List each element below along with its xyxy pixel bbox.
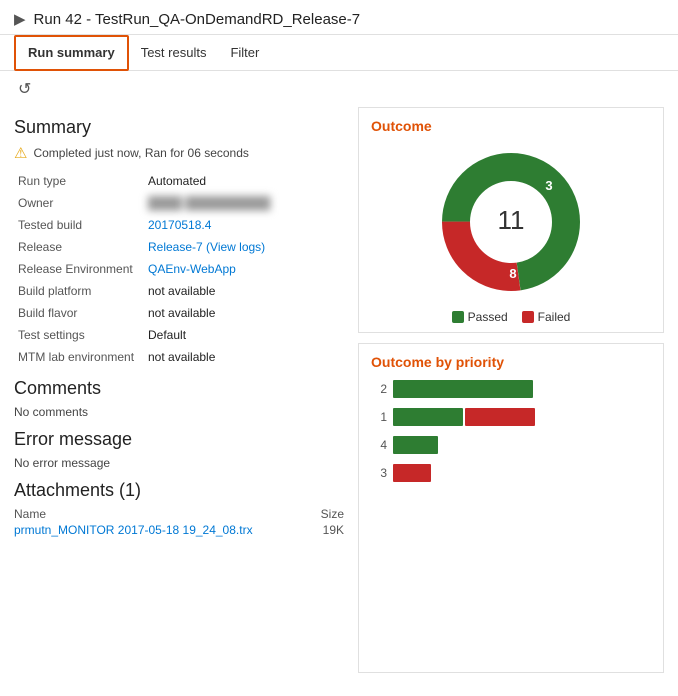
info-label-7: Test settings xyxy=(14,324,144,346)
attach-col-size: Size xyxy=(321,507,344,521)
donut-center-total: 11 xyxy=(498,205,525,235)
info-value-7: Default xyxy=(144,324,344,346)
left-panel: Summary ⚠ Completed just now, Ran for 06… xyxy=(14,107,344,673)
warning-row: ⚠ Completed just now, Ran for 06 seconds xyxy=(14,144,344,162)
failed-dot xyxy=(522,311,534,323)
attach-size-0: 19K xyxy=(323,523,344,537)
tab-run-summary[interactable]: Run summary xyxy=(14,35,129,71)
toolbar: ↺ xyxy=(0,71,678,107)
comments-text: No comments xyxy=(14,405,344,419)
priority-bar-label-1: 1 xyxy=(375,410,387,424)
main-content: Summary ⚠ Completed just now, Ran for 06… xyxy=(0,107,678,683)
priority-bar-label-0: 2 xyxy=(375,382,387,396)
right-panel: Outcome 3 8 11 xyxy=(358,107,664,673)
comments-section-title: Comments xyxy=(14,378,344,399)
legend-failed-label: Failed xyxy=(538,310,571,324)
info-value-1: ████ ██████████ xyxy=(144,192,344,214)
priority-bar-label-3: 3 xyxy=(375,466,387,480)
info-value-2[interactable]: 20170518.4 xyxy=(144,214,344,236)
info-value-6: not available xyxy=(144,302,344,324)
bar-passed-0 xyxy=(393,380,533,398)
tab-test-results[interactable]: Test results xyxy=(129,35,219,71)
warning-text: Completed just now, Ran for 06 seconds xyxy=(33,146,248,160)
bar-container-0 xyxy=(393,380,647,398)
bar-passed-1 xyxy=(393,408,463,426)
info-value-5: not available xyxy=(144,280,344,302)
info-label-3: Release xyxy=(14,236,144,258)
bar-container-1 xyxy=(393,408,647,426)
passed-dot xyxy=(452,311,464,323)
title-bar: ▶ Run 42 - TestRun_QA-OnDemandRD_Release… xyxy=(0,0,678,35)
bar-container-3 xyxy=(393,464,647,482)
error-text: No error message xyxy=(14,456,344,470)
attachments-section-title: Attachments (1) xyxy=(14,480,344,501)
legend-passed-label: Passed xyxy=(468,310,508,324)
attach-name-0[interactable]: prmutn_MONITOR 2017-05-18 19_24_08.trx xyxy=(14,523,253,537)
priority-bar-row-3: 3 xyxy=(375,464,647,482)
bar-passed-2 xyxy=(393,436,438,454)
bar-failed-3 xyxy=(393,464,431,482)
priority-bar-row-0: 2 xyxy=(375,380,647,398)
donut-chart-area: 3 8 11 xyxy=(371,142,651,302)
summary-section-title: Summary xyxy=(14,117,344,138)
svg-text:8: 8 xyxy=(509,266,516,281)
legend-passed: Passed xyxy=(452,310,508,324)
info-table: Run typeAutomatedOwner████ ██████████Tes… xyxy=(14,170,344,368)
legend-failed: Failed xyxy=(522,310,571,324)
attachments-header: Name Size xyxy=(14,507,344,521)
info-value-3[interactable]: Release-7 (View logs) xyxy=(144,236,344,258)
priority-bar-label-2: 4 xyxy=(375,438,387,452)
priority-title: Outcome by priority xyxy=(371,354,651,370)
info-label-5: Build platform xyxy=(14,280,144,302)
info-label-8: MTM lab environment xyxy=(14,346,144,368)
info-label-2: Tested build xyxy=(14,214,144,236)
page-title: Run 42 - TestRun_QA-OnDemandRD_Release-7 xyxy=(34,11,361,28)
info-label-0: Run type xyxy=(14,170,144,192)
priority-bar-row-1: 1 xyxy=(375,408,647,426)
outcome-box: Outcome 3 8 11 xyxy=(358,107,664,333)
priority-bar-row-2: 4 xyxy=(375,436,647,454)
outcome-title: Outcome xyxy=(371,118,651,134)
warning-icon: ⚠ xyxy=(14,144,27,162)
priority-chart: 2 1 4 3 xyxy=(371,380,651,482)
attach-col-name: Name xyxy=(14,507,46,521)
info-label-6: Build flavor xyxy=(14,302,144,324)
info-label-4: Release Environment xyxy=(14,258,144,280)
tab-bar: Run summary Test results Filter xyxy=(0,35,678,71)
priority-box: Outcome by priority 2 1 4 3 xyxy=(358,343,664,673)
error-section-title: Error message xyxy=(14,429,344,450)
tab-filter[interactable]: Filter xyxy=(218,35,271,71)
info-label-1: Owner xyxy=(14,192,144,214)
attach-row-0: prmutn_MONITOR 2017-05-18 19_24_08.trx 19… xyxy=(14,523,344,537)
run-icon: ▶ xyxy=(14,10,26,28)
donut-chart: 3 8 11 xyxy=(431,142,591,302)
donut-legend: Passed Failed xyxy=(371,310,651,324)
refresh-button[interactable]: ↺ xyxy=(14,77,35,101)
info-value-4[interactable]: QAEnv-WebApp xyxy=(144,258,344,280)
info-value-8: not available xyxy=(144,346,344,368)
bar-container-2 xyxy=(393,436,647,454)
bar-failed-1 xyxy=(465,408,535,426)
svg-text:3: 3 xyxy=(545,178,552,193)
info-value-0: Automated xyxy=(144,170,344,192)
